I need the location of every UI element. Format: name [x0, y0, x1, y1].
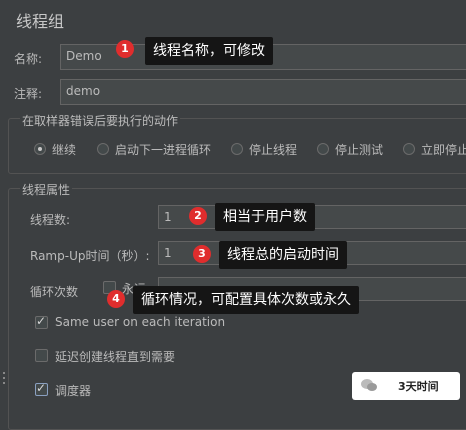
- rampup-label: Ramp-Up时间（秒）:: [30, 249, 150, 263]
- comment-field[interactable]: demo: [60, 79, 466, 105]
- scheduler-label: 调度器: [55, 384, 92, 398]
- radio-label: 停止测试: [335, 143, 384, 157]
- annotation-tooltip: 循环情况，可配置具体次数或永久: [133, 286, 359, 314]
- scheduler-checkbox[interactable]: [35, 381, 48, 396]
- delay-checkbox[interactable]: [35, 349, 48, 362]
- radio-stop-now[interactable]: [403, 143, 415, 155]
- radio-continue[interactable]: [34, 143, 46, 155]
- annotation-badge: 3: [193, 245, 211, 263]
- splitter-grip[interactable]: [3, 382, 5, 384]
- loop-label: 循环次数: [30, 285, 79, 299]
- radio-label: 继续: [52, 143, 77, 157]
- radio-next-loop[interactable]: [97, 143, 109, 155]
- radio-stop-thread[interactable]: [231, 143, 243, 155]
- name-label: 名称:: [14, 52, 43, 66]
- comment-label: 注释:: [14, 87, 43, 101]
- error-action-title: 在取样器错误后要执行的动作: [20, 112, 181, 129]
- page-title: 线程组: [16, 12, 65, 31]
- annotation-badge: 1: [116, 40, 134, 58]
- radio-label: 立即停止: [421, 143, 466, 157]
- threads-label: 线程数:: [30, 213, 71, 227]
- annotation-badge: 4: [107, 290, 125, 308]
- annotation-tooltip: 线程总的启动时间: [219, 241, 347, 269]
- delay-label: 延迟创建线程直到需要: [55, 350, 176, 364]
- splitter-grip[interactable]: [3, 372, 5, 374]
- watermark-text: 3天时间: [398, 380, 439, 393]
- annotation-badge: 2: [189, 207, 207, 225]
- same-user-checkbox[interactable]: [35, 314, 48, 329]
- annotation-tooltip: 相当于用户数: [215, 203, 315, 231]
- radio-label: 启动下一进程循环: [115, 143, 212, 157]
- thread-props-title: 线程属性: [20, 181, 73, 198]
- radio-stop-test[interactable]: [317, 143, 329, 155]
- wechat-icon: [361, 379, 377, 391]
- same-user-label: Same user on each iteration: [55, 315, 226, 329]
- splitter-grip[interactable]: [3, 377, 5, 379]
- annotation-tooltip: 线程名称，可修改: [145, 37, 273, 65]
- radio-label: 停止线程: [249, 143, 298, 157]
